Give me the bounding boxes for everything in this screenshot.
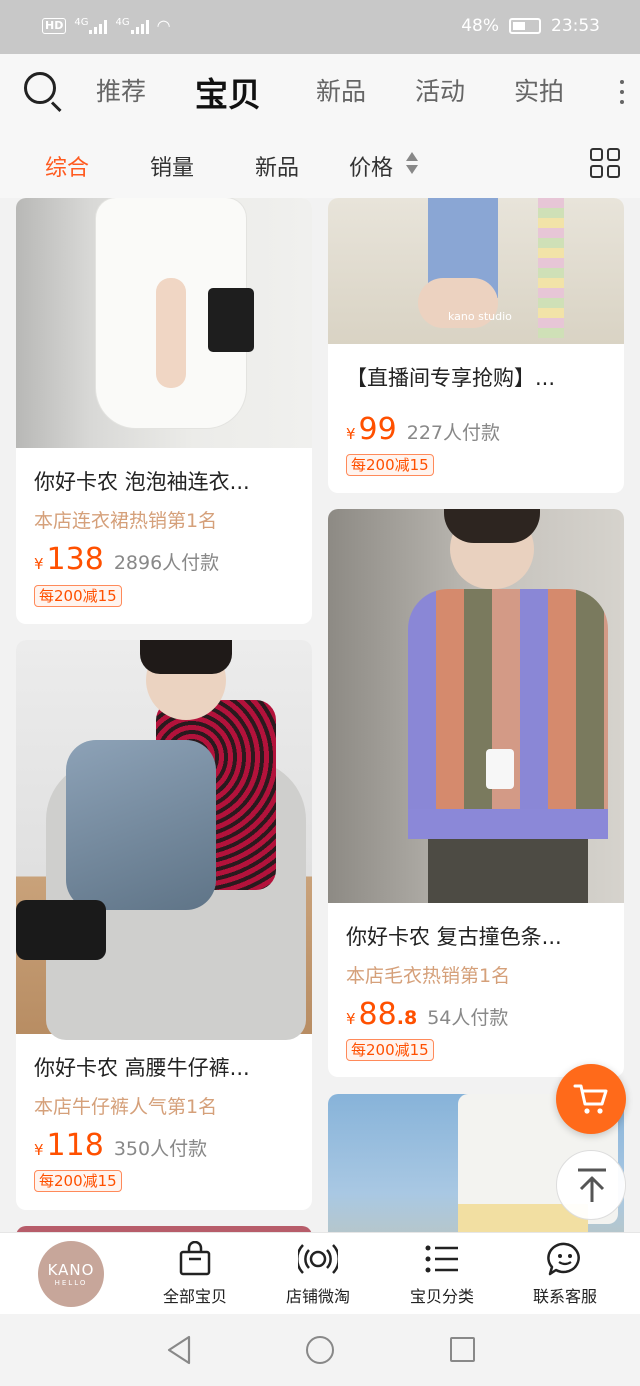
product-title[interactable]: 你好卡农 复古撞色条...	[346, 921, 610, 951]
list-icon	[425, 1245, 458, 1273]
chat-face-icon	[547, 1242, 580, 1276]
product-rank: 本店连衣裙热销第1名	[34, 510, 218, 532]
sort-comprehensive[interactable]: 综合	[45, 150, 89, 182]
sort-sales[interactable]: 销量	[150, 150, 194, 182]
cart-icon	[573, 1084, 608, 1114]
product-card[interactable]: 你好卡农 高腰牛仔裤... 本店牛仔裤人气第1名 ¥ 118 350人付款 每2…	[16, 640, 312, 1210]
product-title[interactable]: 你好卡农 泡泡袖连衣...	[34, 466, 298, 496]
broadcast-icon	[298, 1244, 338, 1274]
sold-count: 2896人付款	[113, 552, 220, 574]
product-image[interactable]: kano studio	[328, 198, 624, 344]
sort-new[interactable]: 新品	[255, 150, 299, 182]
more-icon[interactable]	[620, 80, 626, 104]
battery-percent: 48%	[461, 16, 499, 36]
tab-recommend[interactable]: 推荐	[96, 72, 146, 108]
product-rank: 本店牛仔裤人气第1名	[34, 1096, 218, 1118]
product-image[interactable]	[16, 198, 312, 448]
back-to-top-icon	[578, 1168, 606, 1202]
sold-count: 350人付款	[113, 1138, 208, 1160]
coupon-badge: 每200减15	[34, 585, 122, 607]
sold-count: 54人付款	[427, 1007, 509, 1029]
grid-view-icon[interactable]	[590, 148, 620, 178]
product-price: ¥ 99 227人付款	[346, 412, 500, 447]
sort-arrows-icon[interactable]	[406, 152, 418, 178]
product-card[interactable]: 你好卡农 复古撞色条... 本店毛衣热销第1名 ¥ 88 .8 54人付款 每2…	[328, 509, 624, 1077]
signal-icon: 4G	[115, 17, 149, 34]
product-title[interactable]: 【直播间专享抢购】...	[346, 362, 610, 392]
product-price: ¥ 138 2896人付款	[34, 542, 220, 577]
store-logo[interactable]: KANO HELLO	[38, 1241, 104, 1307]
tab-products[interactable]: 宝贝	[195, 68, 261, 116]
clock: 23:53	[551, 16, 600, 36]
tab-photos[interactable]: 实拍	[514, 72, 564, 108]
recents-icon[interactable]	[450, 1337, 475, 1362]
sort-price[interactable]: 价格	[349, 150, 393, 182]
coupon-badge: 每200减15	[346, 1039, 434, 1061]
nav-all-products[interactable]: 全部宝贝	[140, 1241, 250, 1307]
status-bar: HD 4G 4G ◠ 48% 23:53	[0, 0, 640, 54]
cart-button[interactable]	[556, 1064, 626, 1134]
coupon-badge: 每200减15	[34, 1170, 122, 1192]
search-icon[interactable]	[24, 72, 64, 113]
signal-icon: 4G	[74, 17, 108, 34]
shop-top-nav: 推荐 宝贝 新品 活动 实拍	[0, 54, 640, 130]
image-watermark: kano studio	[448, 310, 512, 323]
bag-icon	[179, 1241, 211, 1276]
product-card[interactable]: 你好卡农 泡泡袖连衣... 本店连衣裙热销第1名 ¥ 138 2896人付款 每…	[16, 198, 312, 624]
nav-categories[interactable]: 宝贝分类	[387, 1241, 497, 1307]
tab-events[interactable]: 活动	[415, 72, 465, 108]
product-rank: 本店毛衣热销第1名	[346, 965, 511, 987]
product-image[interactable]	[328, 509, 624, 903]
store-bottom-nav: KANO HELLO 全部宝贝 店铺微淘 宝贝分类 联系客服	[0, 1232, 640, 1314]
back-icon[interactable]	[165, 1334, 193, 1366]
product-price: ¥ 88 .8 54人付款	[346, 997, 509, 1032]
wifi-icon: ◠	[156, 16, 171, 35]
tab-new[interactable]: 新品	[316, 72, 366, 108]
sort-bar: 综合 销量 新品 价格	[0, 130, 640, 198]
system-nav-bar	[0, 1314, 640, 1386]
product-price: ¥ 118 350人付款	[34, 1128, 208, 1163]
home-icon[interactable]	[306, 1336, 334, 1364]
nav-store-feed[interactable]: 店铺微淘	[263, 1241, 373, 1307]
product-title[interactable]: 你好卡农 高腰牛仔裤...	[34, 1052, 298, 1082]
product-image[interactable]	[16, 640, 312, 1040]
hd-indicator: HD	[42, 17, 67, 34]
coupon-badge: 每200减15	[346, 454, 434, 476]
product-feed[interactable]: 你好卡农 泡泡袖连衣... 本店连衣裙热销第1名 ¥ 138 2896人付款 每…	[0, 198, 640, 1232]
battery-icon	[509, 18, 541, 34]
nav-customer-service[interactable]: 联系客服	[510, 1241, 620, 1307]
sold-count: 227人付款	[406, 422, 500, 444]
back-to-top-button[interactable]	[556, 1150, 626, 1220]
product-card[interactable]: kano studio 【直播间专享抢购】... ¥ 99 227人付款 每20…	[328, 198, 624, 493]
